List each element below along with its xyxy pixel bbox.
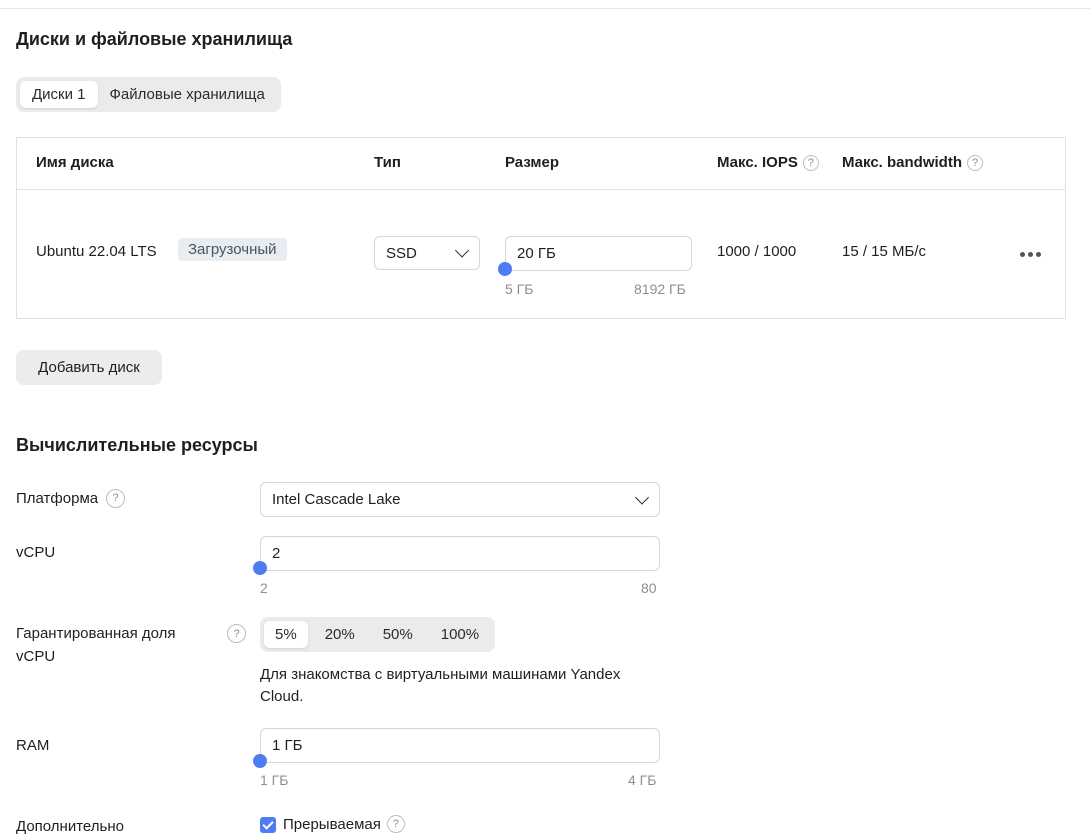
disks-table-header: Имя диска Тип Размер Макс. IOPS? Макс. b… — [17, 138, 1065, 190]
disk-bandwidth: 15 / 15 МБ/с — [842, 243, 927, 260]
disk-size-slider-handle[interactable] — [498, 262, 512, 276]
ram-slider-handle[interactable] — [253, 754, 267, 768]
question-circle-icon[interactable]: ? — [227, 624, 246, 643]
disk-size-min: 5 ГБ — [505, 281, 534, 297]
disk-name: Ubuntu 22.04 LTS — [36, 243, 157, 260]
platform-select[interactable]: Intel Cascade Lake — [260, 482, 660, 517]
core-fraction-option-50[interactable]: 50% — [366, 621, 424, 648]
disk-size-max: 8192 ГБ — [634, 281, 686, 297]
more-horizontal-icon[interactable] — [1020, 252, 1041, 257]
question-circle-icon[interactable]: ? — [967, 154, 983, 171]
top-divider — [0, 8, 1090, 9]
column-disk-name: Имя диска — [36, 154, 114, 171]
question-circle-icon[interactable]: ? — [386, 815, 405, 833]
platform-label: Платформа ? — [16, 487, 126, 510]
core-fraction-label: Гарантированная доля vCPU — [16, 625, 176, 665]
preemptible-option: Прерываемая ? — [283, 815, 405, 833]
compute-section-title: Вычислительные ресурсы — [16, 435, 258, 455]
vcpu-slider-handle[interactable] — [253, 561, 267, 575]
vcpu-min: 2 — [260, 580, 268, 596]
preemptible-checkbox[interactable] — [260, 817, 276, 833]
chevron-down-icon — [634, 489, 650, 505]
tab-disks[interactable]: Диски 1 — [20, 81, 98, 108]
vcpu-max: 80 — [641, 580, 657, 596]
disks-table: Имя диска Тип Размер Макс. IOPS? Макс. b… — [16, 137, 1066, 319]
ram-min: 1 ГБ — [260, 772, 289, 788]
chevron-down-icon — [454, 243, 470, 258]
vcpu-input[interactable]: 2 — [260, 536, 660, 571]
column-type: Тип — [374, 154, 401, 171]
core-fraction-option-20[interactable]: 20% — [308, 621, 366, 648]
disk-iops: 1000 / 1000 — [717, 243, 797, 260]
core-fraction-toggle: 5% 20% 50% 100% — [260, 617, 496, 652]
tab-file-storages[interactable]: Файловые хранилища — [98, 81, 277, 108]
question-circle-icon[interactable]: ? — [802, 154, 819, 171]
column-max-iops: Макс. IOPS? — [717, 154, 819, 171]
disk-size-value: 20 ГБ — [517, 245, 556, 262]
ram-label: RAM — [16, 737, 50, 754]
add-disk-button[interactable]: Добавить диск — [16, 350, 162, 385]
disk-type-value: SSD — [386, 244, 417, 262]
ram-input[interactable]: 1 ГБ — [260, 728, 660, 763]
column-size: Размер — [505, 154, 560, 171]
ram-max: 4 ГБ — [628, 772, 657, 788]
disk-tabs: Диски 1 Файловые хранилища — [16, 77, 281, 112]
core-fraction-hint: Для знакомства с виртуальными машинами Y… — [260, 666, 621, 705]
question-circle-icon[interactable]: ? — [106, 489, 126, 508]
boot-disk-badge: Загрузочный — [178, 238, 287, 261]
ram-value: 1 ГБ — [272, 737, 303, 754]
column-max-bandwidth: Макс. bandwidth? — [842, 154, 983, 171]
vcpu-value: 2 — [272, 545, 281, 562]
disk-type-select[interactable]: SSD — [374, 236, 480, 270]
vcpu-label: vCPU — [16, 544, 56, 561]
core-fraction-option-5[interactable]: 5% — [264, 621, 308, 648]
disk-size-input[interactable]: 20 ГБ — [505, 236, 692, 271]
disks-section-title: Диски и файловые хранилища — [16, 29, 293, 49]
platform-value: Intel Cascade Lake — [272, 491, 401, 508]
additional-label: Дополнительно — [16, 818, 124, 835]
core-fraction-option-100[interactable]: 100% — [424, 621, 491, 648]
